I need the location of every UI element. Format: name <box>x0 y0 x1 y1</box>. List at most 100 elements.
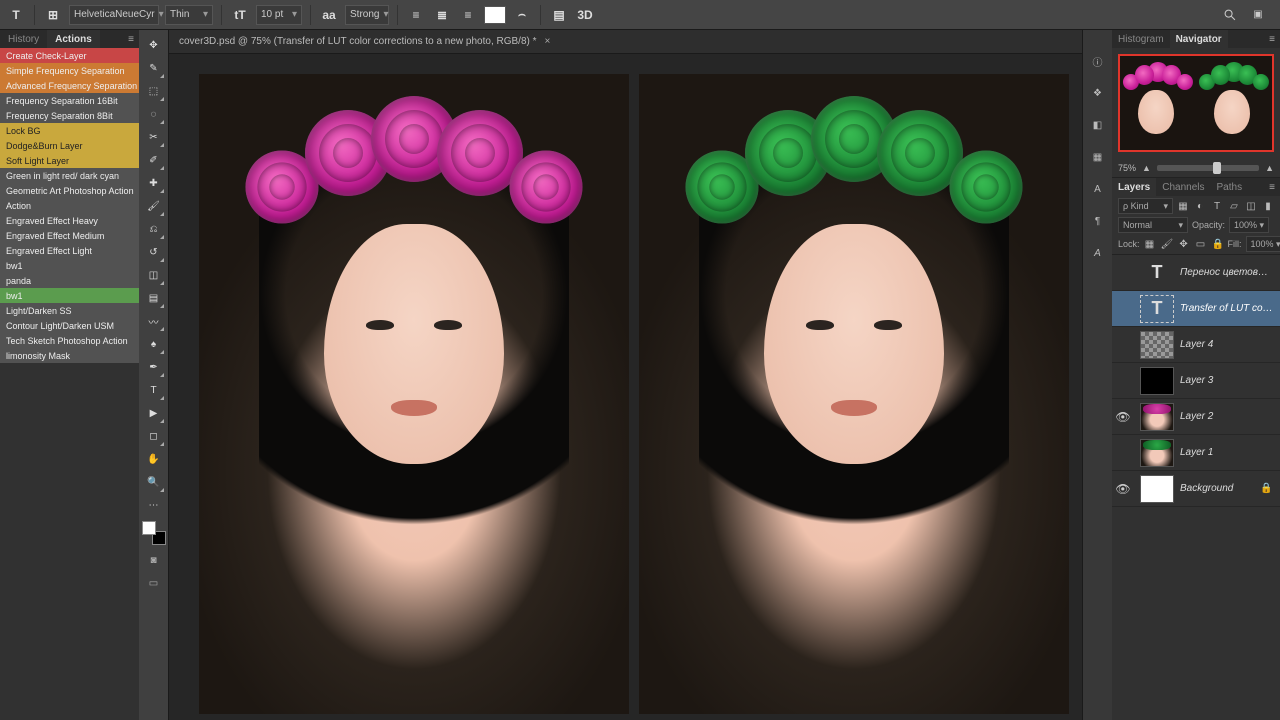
action-item[interactable]: Soft Light Layer <box>0 153 139 168</box>
action-item[interactable]: Tech Sketch Photoshop Action <box>0 333 139 348</box>
blend-mode-select[interactable]: Normal▾ <box>1118 217 1188 233</box>
tab-channels[interactable]: Channels <box>1156 178 1210 196</box>
action-item[interactable]: Contour Light/Darken USM <box>0 318 139 333</box>
action-item[interactable]: Action <box>0 198 139 213</box>
tab-histogram[interactable]: Histogram <box>1112 30 1170 48</box>
layer-row[interactable]: Layer 3 <box>1112 363 1280 399</box>
document-tab[interactable]: cover3D.psd @ 75% (Transfer of LUT color… <box>169 30 1082 54</box>
adjustments-icon[interactable]: ❖ <box>1089 84 1107 102</box>
tab-navigator[interactable]: Navigator <box>1170 30 1228 48</box>
history-brush-tool-icon[interactable]: ↺ <box>143 241 165 263</box>
properties-icon[interactable]: ⓘ <box>1089 52 1107 70</box>
foreground-background-swatches[interactable] <box>142 521 166 545</box>
action-item[interactable]: Frequency Separation 16Bit <box>0 93 139 108</box>
layer-row[interactable]: TTransfer of LUT color ... <box>1112 291 1280 327</box>
edit-toolbar-icon[interactable]: ⋯ <box>143 494 165 516</box>
layer-row[interactable]: 👁Layer 2 <box>1112 399 1280 435</box>
antialias-select[interactable]: Strong▾ <box>345 5 389 25</box>
gradient-tool-icon[interactable]: ▤ <box>143 287 165 309</box>
glyphs-icon[interactable]: A <box>1089 244 1107 262</box>
brush-tool-icon[interactable]: 🖌 <box>143 195 165 217</box>
panel-menu-icon[interactable]: ≡ <box>123 34 139 45</box>
filter-adjust-icon[interactable]: ◐ <box>1194 201 1206 212</box>
action-item[interactable]: Green in light red/ dark cyan <box>0 168 139 183</box>
layer-visibility-icon[interactable]: 👁 <box>1112 410 1134 424</box>
action-item[interactable]: Engraved Effect Light <box>0 243 139 258</box>
layer-visibility-icon[interactable]: 👁 <box>1112 482 1134 496</box>
font-size-select[interactable]: 10 pt▾ <box>256 5 302 25</box>
lock-all-icon[interactable]: 🔒 <box>1212 239 1224 250</box>
navigator-thumbnail[interactable] <box>1118 54 1274 152</box>
fill-value[interactable]: 100%▾ <box>1246 236 1280 252</box>
pen-tool-icon[interactable]: ✒ <box>143 356 165 378</box>
lock-paint-icon[interactable]: 🖌 <box>1161 239 1173 250</box>
action-item[interactable]: Frequency Separation 8Bit <box>0 108 139 123</box>
font-weight-select[interactable]: Thin▾ <box>165 5 213 25</box>
zoom-tool-icon[interactable]: 🔍 <box>143 471 165 493</box>
brush-settings-icon[interactable]: ▦ <box>1089 148 1107 166</box>
zoom-value[interactable]: 75% <box>1118 163 1136 173</box>
eyedropper-tool-icon[interactable]: ✐ <box>143 149 165 171</box>
action-item[interactable]: panda <box>0 273 139 288</box>
character-panel-icon[interactable]: ▤ <box>549 5 569 25</box>
nav-panel-menu-icon[interactable]: ≡ <box>1264 34 1280 45</box>
hand-tool-icon[interactable]: ✋ <box>143 448 165 470</box>
text-color-swatch[interactable] <box>484 6 506 24</box>
tab-history[interactable]: History <box>0 30 47 48</box>
layer-filter-kind[interactable]: ρ Kind▾ <box>1118 198 1173 214</box>
dodge-tool-icon[interactable]: ♠ <box>143 333 165 355</box>
filter-pixel-icon[interactable]: ▦ <box>1177 201 1189 212</box>
action-item[interactable]: bw1 <box>0 258 139 273</box>
filter-smart-icon[interactable]: ◫ <box>1245 201 1257 212</box>
filter-shape-icon[interactable]: ▱ <box>1228 201 1240 212</box>
eraser-tool-icon[interactable]: ◫ <box>143 264 165 286</box>
lasso-tool-icon[interactable]: ◌ <box>143 103 165 125</box>
action-item[interactable]: Engraved Effect Heavy <box>0 213 139 228</box>
healing-brush-tool-icon[interactable]: ✚ <box>143 172 165 194</box>
close-tab-icon[interactable]: × <box>545 36 551 47</box>
canvas[interactable] <box>169 54 1082 720</box>
lock-artboard-icon[interactable]: ▭ <box>1195 239 1207 250</box>
action-item[interactable]: Geometric Art Photoshop Action <box>0 183 139 198</box>
marquee-tool-icon[interactable]: ⬚ <box>143 80 165 102</box>
tab-actions[interactable]: Actions <box>47 30 100 48</box>
rectangle-tool-icon[interactable]: ◻ <box>143 425 165 447</box>
layer-lock-icon[interactable]: 🔒 <box>1260 483 1274 494</box>
filter-type-icon[interactable]: T <box>1211 201 1223 212</box>
zoom-slider[interactable] <box>1157 165 1259 171</box>
action-item[interactable]: Simple Frequency Separation <box>0 63 139 78</box>
font-family-select[interactable]: HelveticaNeueCyr▾ <box>69 5 159 25</box>
layer-row[interactable]: Layer 4 <box>1112 327 1280 363</box>
warp-text-icon[interactable]: ⌢ <box>512 5 532 25</box>
tab-layers[interactable]: Layers <box>1112 178 1156 196</box>
opacity-value[interactable]: 100%▾ <box>1229 217 1269 233</box>
three-d-icon[interactable]: 3D <box>575 5 595 25</box>
action-item[interactable]: Advanced Frequency Separation <box>0 78 139 93</box>
layer-row[interactable]: TПеренос цветовых к... <box>1112 255 1280 291</box>
action-item[interactable]: Engraved Effect Medium <box>0 228 139 243</box>
workspace-switcher-icon[interactable]: ▣ <box>1248 5 1268 25</box>
paragraph-icon[interactable]: ¶ <box>1089 212 1107 230</box>
action-item[interactable]: Dodge&Burn Layer <box>0 138 139 153</box>
character-icon[interactable]: A <box>1089 180 1107 198</box>
type-tool-icon[interactable]: T <box>143 379 165 401</box>
layers-panel-menu-icon[interactable]: ≡ <box>1264 182 1280 193</box>
layer-row[interactable]: Layer 1 <box>1112 435 1280 471</box>
search-icon[interactable] <box>1220 5 1240 25</box>
artboard-tool-icon[interactable]: ✎ <box>143 57 165 79</box>
path-selection-tool-icon[interactable]: ▶ <box>143 402 165 424</box>
crop-tool-icon[interactable]: ✂ <box>143 126 165 148</box>
clone-stamp-tool-icon[interactable]: ⎌ <box>143 218 165 240</box>
action-item[interactable]: Light/Darken SS <box>0 303 139 318</box>
tab-paths[interactable]: Paths <box>1211 178 1249 196</box>
action-item[interactable]: bw1 <box>0 288 139 303</box>
lock-trans-icon[interactable]: ▦ <box>1144 239 1156 250</box>
screen-mode-icon[interactable]: ▭ <box>146 575 162 591</box>
move-tool-icon[interactable]: ✥ <box>143 34 165 56</box>
lock-move-icon[interactable]: ✥ <box>1178 239 1190 250</box>
zoom-out-icon[interactable]: ▲ <box>1142 163 1151 173</box>
styles-icon[interactable]: ◧ <box>1089 116 1107 134</box>
action-item[interactable]: limonosity Mask <box>0 348 139 363</box>
align-center-icon[interactable]: ≣ <box>432 5 452 25</box>
action-item[interactable]: Lock BG <box>0 123 139 138</box>
